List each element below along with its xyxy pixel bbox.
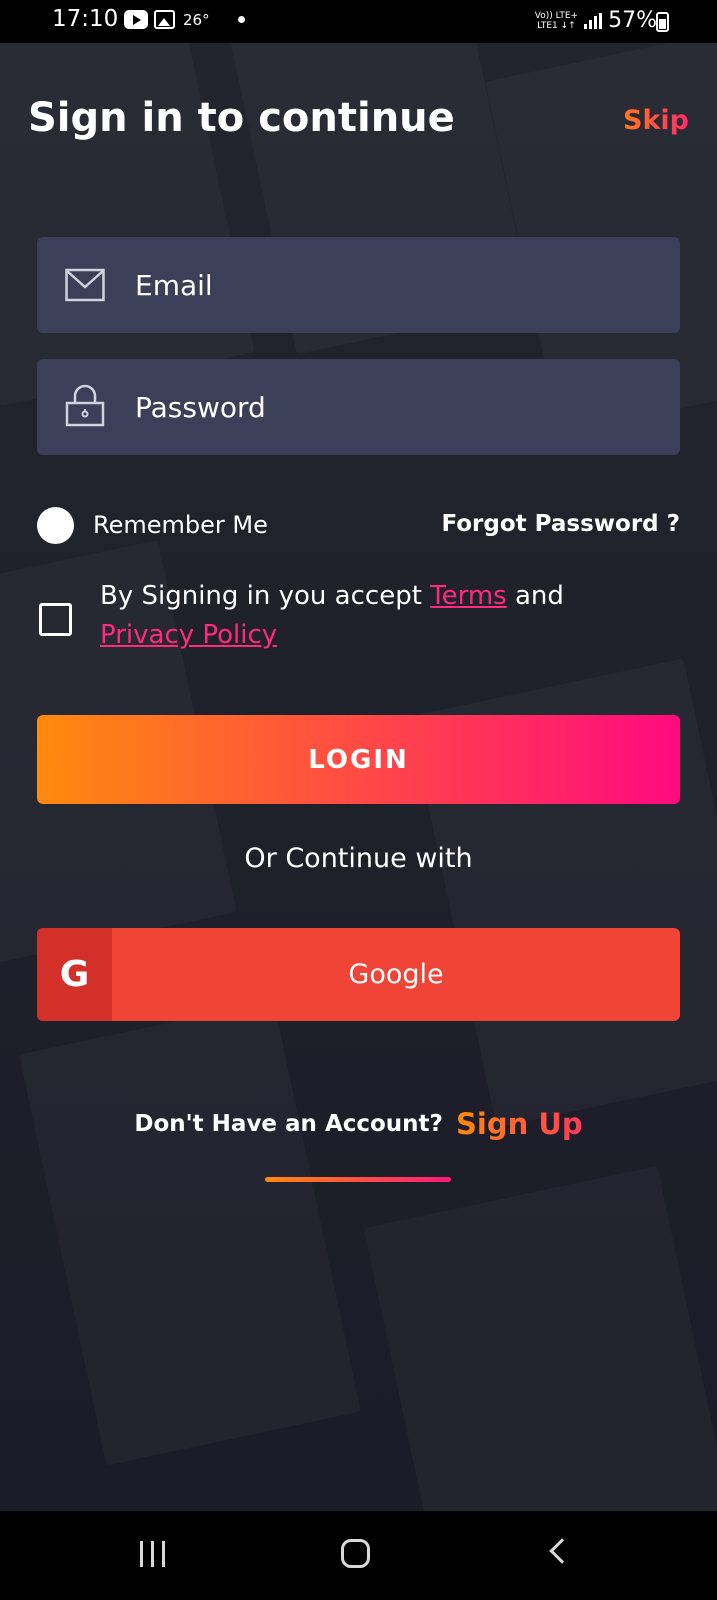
forgot-password-link[interactable]: Forgot Password ? <box>441 511 680 537</box>
password-input[interactable] <box>135 390 680 424</box>
remember-row: Remember Me Forgot Password ? <box>37 505 680 545</box>
signal-icon <box>584 12 603 29</box>
network-type-bottom: LTE1 ↓↑ <box>537 20 576 31</box>
status-time: 17:10 <box>52 6 119 32</box>
terms-row: By Signing in you accept Terms and Priva… <box>37 573 680 673</box>
status-bar: 17:10 26° Vo)) LTE+ LTE1 ↓↑ 57% <box>0 0 717 43</box>
privacy-policy-link[interactable]: Privacy Policy <box>100 620 277 650</box>
status-system-icons: Vo)) LTE+ LTE1 ↓↑ 57% <box>535 8 657 33</box>
signup-question: Don't Have an Account? <box>134 1111 443 1137</box>
sign-in-screen: Sign in to continue Skip Remember Me For… <box>0 43 717 1511</box>
signup-underline <box>265 1177 451 1182</box>
google-g-glyph: G <box>59 954 90 995</box>
gallery-icon <box>154 10 175 29</box>
signup-link[interactable]: Sign Up <box>456 1107 583 1141</box>
terms-and: and <box>506 581 564 611</box>
youtube-icon <box>124 10 148 29</box>
terms-text: By Signing in you accept Terms and Priva… <box>100 577 670 655</box>
terms-prefix: By Signing in you accept <box>100 581 431 611</box>
signup-row: Don't Have an Account? Sign Up <box>0 1107 717 1141</box>
battery-icon <box>656 12 669 32</box>
page-title: Sign in to continue <box>28 95 455 141</box>
network-type: Vo)) LTE+ LTE1 ↓↑ <box>535 11 578 31</box>
login-button[interactable]: LOGIN <box>37 715 680 804</box>
email-field[interactable] <box>37 237 680 333</box>
remember-me-radio[interactable] <box>37 507 74 544</box>
remember-me-label[interactable]: Remember Me <box>93 511 268 539</box>
email-input[interactable] <box>135 268 680 302</box>
background-poster <box>364 1166 717 1511</box>
google-icon: G <box>37 928 112 1021</box>
skip-button[interactable]: Skip <box>623 105 689 136</box>
battery-percent: 57% <box>608 8 657 33</box>
google-signin-button[interactable]: G Google <box>37 928 680 1021</box>
background-poster <box>19 1001 361 1466</box>
lock-icon <box>65 384 105 427</box>
envelope-icon <box>65 267 105 303</box>
google-label: Google <box>348 959 444 990</box>
status-notification-icons: 26° <box>124 10 245 29</box>
or-continue-with-label: Or Continue with <box>244 843 473 874</box>
notification-dot-icon <box>237 16 245 23</box>
terms-link[interactable]: Terms <box>430 581 507 611</box>
status-temperature: 26° <box>183 10 210 29</box>
home-icon[interactable] <box>341 1539 370 1568</box>
password-field[interactable] <box>37 359 680 455</box>
terms-checkbox[interactable] <box>39 603 72 636</box>
recents-icon[interactable] <box>140 1541 165 1567</box>
network-type-top: Vo)) LTE+ <box>534 10 579 21</box>
back-icon[interactable] <box>549 1538 575 1564</box>
navigation-bar <box>0 1511 717 1600</box>
